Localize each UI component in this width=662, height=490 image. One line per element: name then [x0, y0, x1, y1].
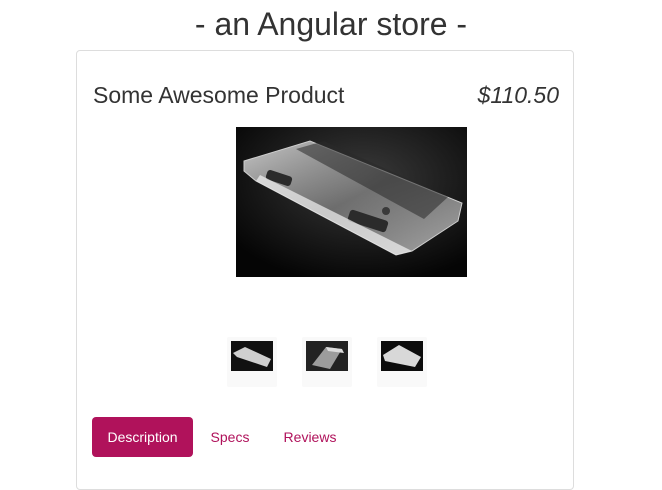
store-title: - an Angular store - — [194, 6, 468, 42]
product-main-image — [236, 127, 467, 277]
glass-keyboard-icon — [236, 127, 467, 277]
product-price: $110.50 — [477, 82, 559, 108]
thumbnail-1[interactable] — [227, 337, 277, 387]
keyboard-thumbnail-icon — [231, 341, 273, 371]
product-name: Some Awesome Product — [93, 82, 345, 108]
thumbnail-3[interactable] — [377, 337, 427, 387]
tab-specs[interactable]: Specs — [197, 417, 263, 457]
tab-description[interactable]: Description — [92, 417, 193, 457]
product-panel: Some Awesome Product $110.50 Description… — [76, 50, 574, 490]
keyboard-side-thumbnail-icon — [381, 341, 423, 371]
tab-reviews[interactable]: Reviews — [268, 417, 352, 457]
thumbnail-2[interactable] — [302, 337, 352, 387]
keyboard-angle-thumbnail-icon — [306, 341, 348, 371]
